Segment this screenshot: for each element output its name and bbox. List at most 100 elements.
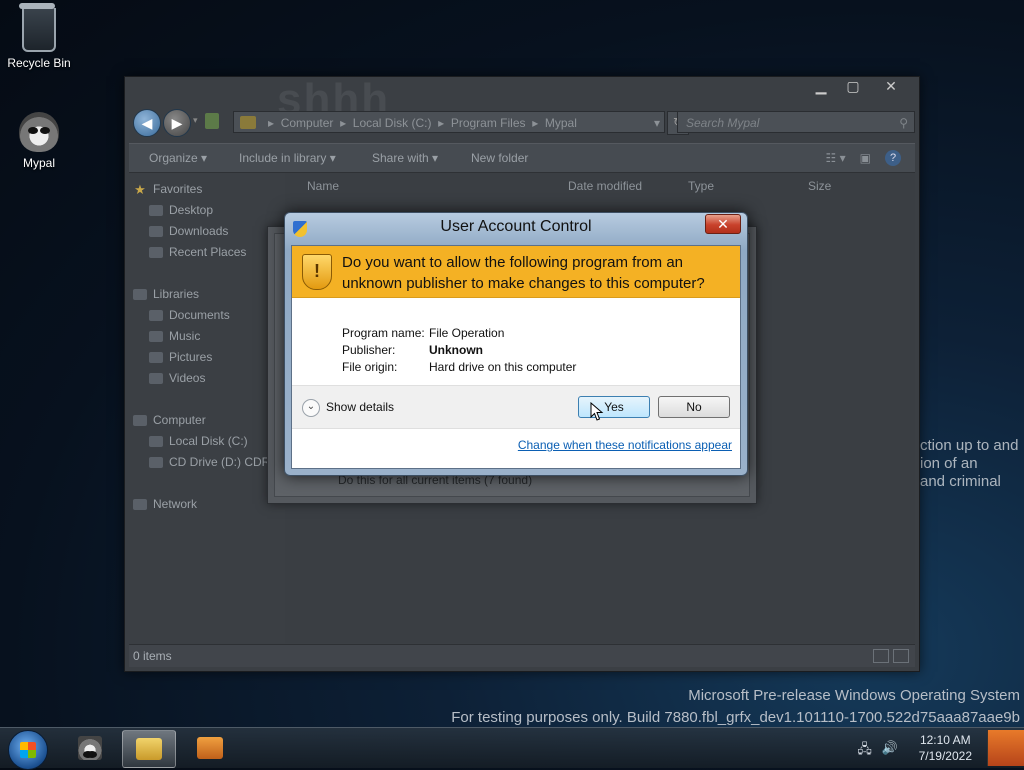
back-icon[interactable]: ◀ — [133, 109, 161, 137]
publisher-row: Publisher: Unknown — [342, 343, 483, 357]
crumb-computer[interactable]: Computer — [281, 116, 334, 130]
organize-label: Organize — [149, 151, 198, 165]
nav-label: Videos — [169, 371, 206, 385]
column-size[interactable]: Size — [808, 179, 831, 193]
share-label: Share with — [372, 151, 429, 165]
mypal-raccoon-icon — [78, 736, 102, 760]
desktop-icon — [149, 205, 163, 217]
details-view-icon[interactable] — [873, 649, 889, 663]
search-input[interactable]: Search Mypal ⚲ — [677, 111, 915, 133]
crumb-mypal[interactable]: Mypal — [545, 116, 577, 130]
nav-label: Libraries — [153, 287, 200, 301]
nav-pictures[interactable]: Pictures — [149, 347, 212, 367]
uac-close-button[interactable]: ✕ — [705, 214, 741, 234]
program-name-value: File Operation — [429, 326, 505, 340]
nav-label: Desktop — [169, 203, 214, 217]
column-name[interactable]: Name — [307, 179, 339, 193]
nav-label: Network — [153, 497, 198, 511]
background-text-line: ion of an — [920, 455, 978, 472]
nav-label: CD Drive (D:) CDR — [169, 455, 271, 469]
column-date-modified[interactable]: Date modified — [568, 179, 642, 193]
nav-local-disk[interactable]: Local Disk (C:) — [149, 431, 248, 451]
folder-icon — [240, 116, 256, 129]
nav-desktop[interactable]: Desktop — [149, 200, 213, 220]
nav-label: Recent Places — [169, 245, 247, 259]
desktop-icon-recycle-bin[interactable]: Recycle Bin — [1, 3, 77, 70]
new-folder-button[interactable]: New folder — [471, 144, 528, 172]
start-button[interactable] — [8, 730, 48, 770]
nav-label: Favorites — [153, 182, 203, 196]
network-tray-icon[interactable]: 🖧 — [857, 740, 872, 762]
nav-label: Music — [169, 329, 201, 343]
uac-title: User Account Control — [440, 218, 592, 235]
share-with-button[interactable]: Share with ▾ — [372, 144, 438, 172]
cd-drive-icon — [149, 457, 163, 469]
no-button[interactable]: No — [658, 396, 730, 418]
help-icon[interactable]: ? — [885, 150, 901, 166]
chevron-down-icon: ⌄ — [302, 399, 320, 417]
show-details-toggle[interactable]: ⌄ Show details — [302, 399, 394, 417]
search-placeholder: Search Mypal — [686, 116, 760, 130]
crumb-program-files[interactable]: Program Files — [451, 116, 526, 130]
star-icon: ★ — [134, 181, 146, 197]
nav-libraries[interactable]: Libraries — [133, 284, 199, 304]
network-icon — [133, 499, 147, 511]
yes-button[interactable]: Yes — [578, 396, 650, 418]
view-switch-icons — [873, 649, 909, 663]
file-origin-label: File origin: — [342, 360, 398, 374]
include-in-library-button[interactable]: Include in library ▾ — [239, 144, 336, 172]
large-icons-view-icon[interactable] — [893, 649, 909, 663]
nav-downloads[interactable]: Downloads — [149, 221, 228, 241]
preview-pane-icon[interactable]: ▣ — [860, 144, 871, 172]
clock[interactable]: 12:10 AM 7/19/2022 — [919, 732, 972, 764]
uac-dialog: User Account Control ✕ ! Do you want to … — [284, 212, 748, 476]
folder-icon — [136, 738, 162, 760]
desktop-icon-mypal[interactable]: Mypal — [1, 112, 77, 170]
include-label: Include in library — [239, 151, 327, 165]
show-desktop-button[interactable] — [987, 730, 1024, 766]
forward-icon[interactable]: ▶ — [163, 109, 191, 137]
publisher-value: Unknown — [429, 343, 483, 357]
view-options-icon[interactable]: ☷ ▾ — [826, 144, 846, 172]
address-bar[interactable]: ▸ Computer ▸ Local Disk (C:) ▸ Program F… — [233, 111, 665, 133]
nav-label: Downloads — [169, 224, 229, 238]
nav-cd-drive[interactable]: CD Drive (D:) CDR — [149, 452, 270, 472]
nav-label: Computer — [153, 413, 206, 427]
clock-time: 12:10 AM — [919, 733, 971, 747]
search-icon: ⚲ — [899, 116, 908, 130]
nav-label: Local Disk (C:) — [169, 434, 248, 448]
recent-pages-icon[interactable]: ▾ — [193, 115, 198, 126]
documents-icon — [149, 310, 163, 322]
show-details-label: Show details — [326, 400, 395, 415]
recycle-bin-icon — [19, 3, 56, 52]
nav-computer[interactable]: Computer — [133, 410, 206, 430]
nav-music[interactable]: Music — [149, 326, 200, 346]
downloads-icon — [149, 226, 163, 238]
maximize-button[interactable]: ▢ — [837, 77, 869, 95]
publisher-label: Publisher: — [342, 343, 396, 357]
uac-actions-bar: ⌄ Show details Yes No — [292, 385, 740, 429]
background-text-line: ction up to and — [920, 437, 1019, 454]
nav-label: Pictures — [169, 350, 213, 364]
background-text-line: and criminal — [920, 473, 1001, 490]
computer-icon — [133, 415, 147, 427]
notification-settings-link[interactable]: Change when these notifications appear — [518, 438, 732, 452]
mypal-raccoon-icon — [19, 112, 59, 152]
taskbar-app-media-player[interactable] — [184, 730, 236, 766]
organize-button[interactable]: Organize ▾ — [149, 144, 207, 172]
taskbar-app-explorer[interactable] — [122, 730, 176, 768]
nav-videos[interactable]: Videos — [149, 368, 205, 388]
column-type[interactable]: Type — [688, 179, 714, 193]
nav-recent-places[interactable]: Recent Places — [149, 242, 246, 262]
taskbar-app-mypal[interactable] — [64, 730, 116, 766]
nav-network[interactable]: Network — [133, 494, 197, 514]
nav-favorites[interactable]: ★ Favorites — [133, 179, 202, 199]
nav-documents[interactable]: Documents — [149, 305, 230, 325]
uac-body: ! Do you want to allow the following pro… — [291, 245, 741, 469]
close-button[interactable]: ✕ — [869, 77, 913, 95]
up-folder-icon[interactable] — [205, 113, 219, 129]
minimize-button[interactable]: ▁ — [805, 77, 837, 95]
address-dropdown-icon[interactable]: ▾ — [654, 112, 660, 134]
crumb-local-disk[interactable]: Local Disk (C:) — [353, 116, 432, 130]
volume-icon[interactable]: 🔊 — [882, 740, 898, 762]
